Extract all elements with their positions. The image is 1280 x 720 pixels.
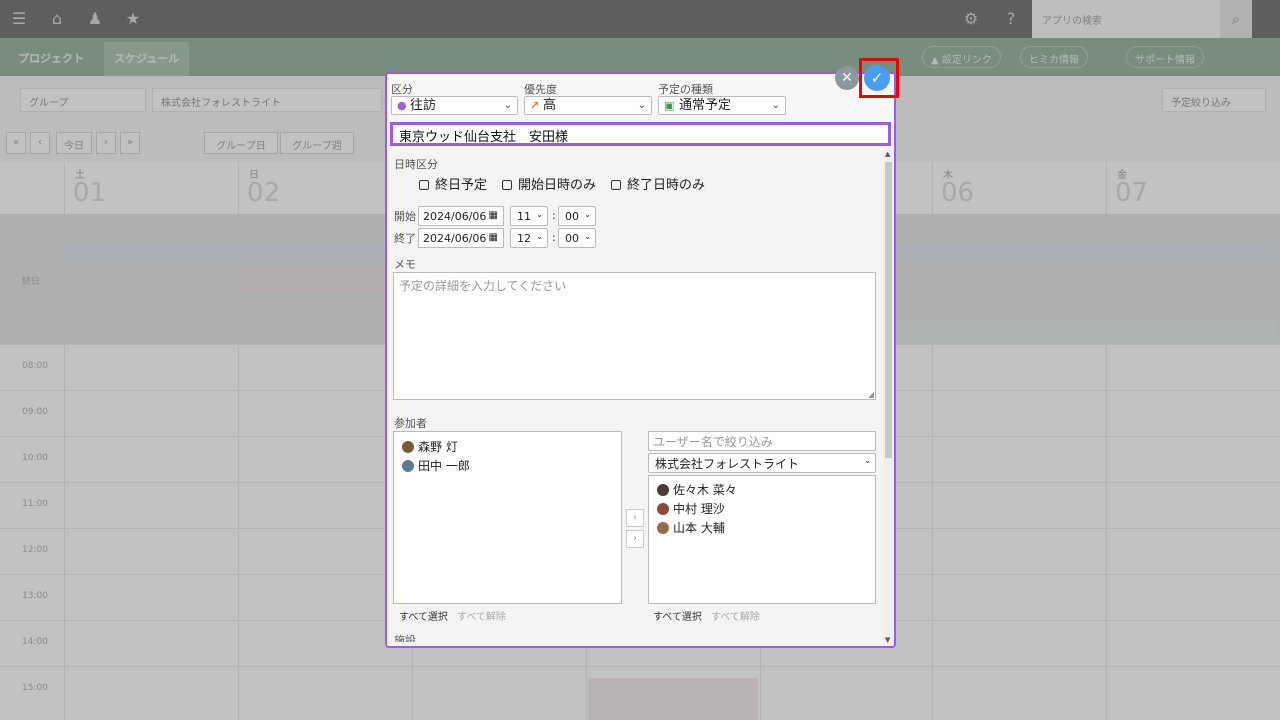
start-hour-value: 11 <box>517 210 531 223</box>
chevron-down-icon: ⌄ <box>637 100 646 111</box>
datetime-label: 日時区分 <box>394 158 438 171</box>
priority-label: 優先度 <box>524 83 557 96</box>
start-minute-value: 00 <box>565 210 579 223</box>
checkbox-icon <box>502 180 512 190</box>
list-item[interactable]: 中村 理沙 <box>657 500 725 517</box>
start-only-checkbox[interactable]: 開始日時のみ <box>502 174 596 193</box>
scrollbar-thumb[interactable] <box>885 162 892 458</box>
chevron-down-icon: ⌄ <box>771 100 780 111</box>
avatar <box>657 522 669 534</box>
scroll-down-icon[interactable]: ▼ <box>885 636 890 644</box>
select-all-left-link[interactable]: すべて選択 <box>399 608 448 623</box>
select-all-right-link[interactable]: すべて選択 <box>653 608 702 623</box>
participant-filter-input[interactable]: ユーザー名で絞り込み <box>648 431 876 451</box>
resize-grip-icon[interactable]: ◢ <box>868 390 874 399</box>
chevron-down-icon: ⌄ <box>864 456 871 465</box>
type-select[interactable]: ▣ 通常予定 ⌄ <box>658 96 786 115</box>
start-minute-select[interactable]: 00 ⌄ <box>558 206 596 226</box>
participant-company-select[interactable]: 株式会社フォレストライト ⌄ <box>648 453 876 473</box>
list-item[interactable]: 山本 大輔 <box>657 519 725 536</box>
chevron-down-icon: ⌄ <box>584 232 591 241</box>
selected-participants-list[interactable]: 森野 灯 田中 一郎 <box>393 431 622 604</box>
deselect-all-right-link[interactable]: すべて解除 <box>711 608 760 623</box>
dialog-header: 区分 ● 往訪 ⌄ 優先度 ↗ 高 ⌄ 予定の種類 ▣ 通常予定 ⌄ <box>387 74 894 120</box>
avatar <box>402 441 414 453</box>
time-separator: : <box>552 231 556 244</box>
close-button[interactable]: ✕ <box>835 66 859 90</box>
next-section-label: 施設 <box>394 634 416 642</box>
participant-name: 山本 大輔 <box>673 521 725 535</box>
participant-name: 中村 理沙 <box>673 502 725 516</box>
available-participants-list[interactable]: 佐々木 菜々 中村 理沙 山本 大輔 <box>648 475 876 604</box>
time-separator: : <box>552 209 556 222</box>
list-item[interactable]: 佐々木 菜々 <box>657 481 737 498</box>
type-label: 予定の種類 <box>658 83 713 96</box>
arrow-up-right-icon: ↗ <box>530 99 540 112</box>
start-label: 開始 <box>394 210 416 223</box>
dialog-scrollbar[interactable]: ▲ ▼ <box>883 148 894 646</box>
calendar-icon: ▣ <box>664 99 675 112</box>
chevron-down-icon: ⌄ <box>503 100 512 111</box>
priority-select[interactable]: ↗ 高 ⌄ <box>524 96 652 115</box>
avatar <box>402 460 414 472</box>
list-item[interactable]: 森野 灯 <box>402 438 458 455</box>
dialog-body: 日時区分 終日予定 開始日時のみ 終了日時のみ 開始 2024/06/06 ▦ … <box>387 148 882 646</box>
category-dot-icon: ● <box>397 99 407 112</box>
category-select[interactable]: ● 往訪 ⌄ <box>391 96 518 115</box>
end-only-checkbox[interactable]: 終了日時のみ <box>611 174 705 193</box>
move-right-button[interactable]: › <box>626 530 644 548</box>
schedule-dialog: 区分 ● 往訪 ⌄ 優先度 ↗ 高 ⌄ 予定の種類 ▣ 通常予定 ⌄ 東京ウッド… <box>385 72 896 648</box>
chevron-down-icon: ⌄ <box>536 232 543 241</box>
participant-name: 田中 一郎 <box>418 459 470 473</box>
checkbox-label: 終日予定 <box>435 178 488 193</box>
priority-value: 高 <box>543 98 557 113</box>
type-value: 通常予定 <box>679 98 732 113</box>
highlight-box <box>859 58 899 98</box>
end-minute-value: 00 <box>565 232 579 245</box>
avatar <box>657 503 669 515</box>
end-hour-value: 12 <box>517 232 531 245</box>
checkbox-icon <box>611 180 621 190</box>
scroll-up-icon[interactable]: ▲ <box>885 150 890 158</box>
participant-name: 森野 灯 <box>418 440 458 454</box>
start-date-value: 2024/06/06 <box>423 210 487 223</box>
memo-label: メモ <box>394 258 416 271</box>
allday-checkbox[interactable]: 終日予定 <box>419 174 487 193</box>
start-hour-select[interactable]: 11 ⌄ <box>510 206 548 226</box>
chevron-down-icon: ⌄ <box>536 210 543 219</box>
checkbox-label: 終了日時のみ <box>627 178 706 193</box>
avatar <box>657 484 669 496</box>
end-date-input[interactable]: 2024/06/06 ▦ <box>418 228 504 248</box>
memo-textarea[interactable]: 予定の詳細を入力してください ◢ <box>393 272 876 400</box>
end-label: 終了 <box>394 232 416 245</box>
participants-label: 参加者 <box>394 417 427 430</box>
category-value: 往訪 <box>410 98 437 113</box>
checkbox-label: 開始日時のみ <box>518 178 597 193</box>
title-input[interactable]: 東京ウッド仙台支社 安田様 <box>390 122 891 146</box>
calendar-icon[interactable]: ▦ <box>489 210 498 221</box>
move-left-button[interactable]: ‹ <box>626 509 644 527</box>
end-date-value: 2024/06/06 <box>423 232 487 245</box>
memo-placeholder: 予定の詳細を入力してください <box>399 279 567 293</box>
company-value: 株式会社フォレストライト <box>655 457 800 471</box>
calendar-icon[interactable]: ▦ <box>489 232 498 243</box>
chevron-down-icon: ⌄ <box>584 210 591 219</box>
end-hour-select[interactable]: 12 ⌄ <box>510 228 548 248</box>
checkbox-icon <box>419 180 429 190</box>
category-label: 区分 <box>391 83 413 96</box>
list-item[interactable]: 田中 一郎 <box>402 457 470 474</box>
deselect-all-left-link[interactable]: すべて解除 <box>457 608 506 623</box>
start-date-input[interactable]: 2024/06/06 ▦ <box>418 206 504 226</box>
participant-name: 佐々木 菜々 <box>673 483 737 497</box>
end-minute-select[interactable]: 00 ⌄ <box>558 228 596 248</box>
